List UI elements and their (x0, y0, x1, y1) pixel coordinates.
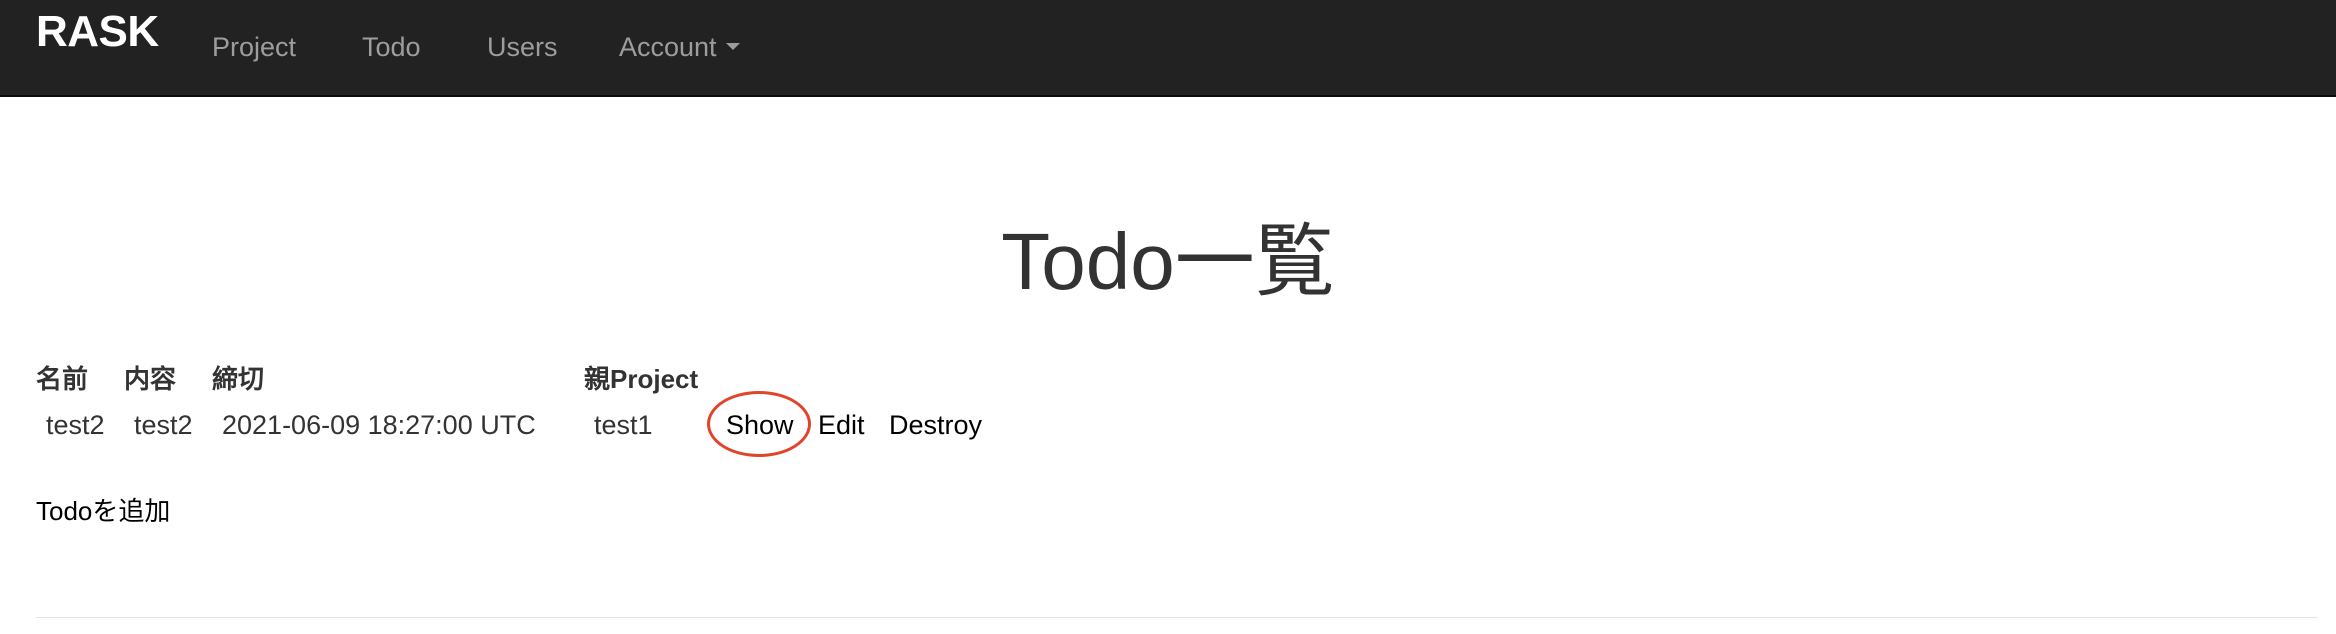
brand-logo[interactable]: RASK (36, 4, 159, 60)
column-header-name: 名前 (36, 364, 89, 394)
nav-project-link[interactable]: Project (212, 0, 296, 94)
nav-account-label: Account (619, 32, 717, 62)
cell-name: test2 (46, 410, 105, 440)
edit-link[interactable]: Edit (818, 407, 865, 443)
footer-divider (36, 617, 2318, 618)
caret-down-icon (725, 43, 740, 51)
cell-deadline: 2021-06-09 18:27:00 UTC (222, 410, 536, 440)
column-header-parent-project: 親Project (584, 364, 699, 394)
column-header-content: 内容 (124, 364, 177, 394)
page-title: Todo一覧 (1001, 217, 1335, 306)
nav-todo-link[interactable]: Todo (362, 0, 421, 94)
cell-content: test2 (134, 410, 193, 440)
navbar: RASK Project Todo Users Account (0, 0, 2336, 97)
cell-parent-project: test1 (594, 410, 653, 440)
show-link[interactable]: Show (726, 407, 794, 443)
add-todo-link[interactable]: Todoを追加 (36, 493, 170, 529)
destroy-link[interactable]: Destroy (889, 407, 982, 443)
column-header-deadline: 締切 (212, 364, 265, 394)
nav-account-dropdown[interactable]: Account (619, 0, 740, 94)
nav-users-link[interactable]: Users (487, 0, 558, 94)
